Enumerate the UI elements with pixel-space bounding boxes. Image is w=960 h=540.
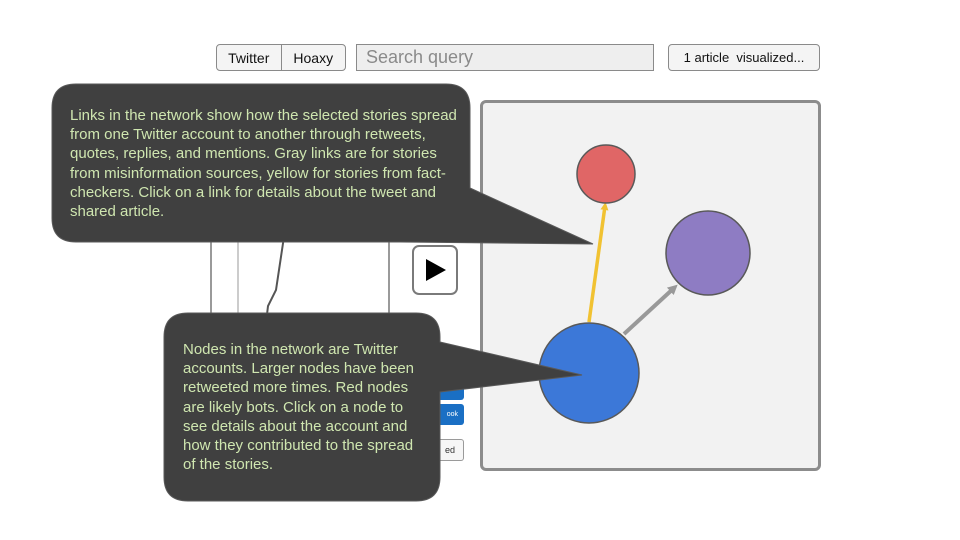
callout-shapes [51,83,594,502]
nodes-callout-text: Nodes in the network are Twitter account… [183,341,414,474]
links-callout-text: Links in the network show how the select… [70,107,457,221]
